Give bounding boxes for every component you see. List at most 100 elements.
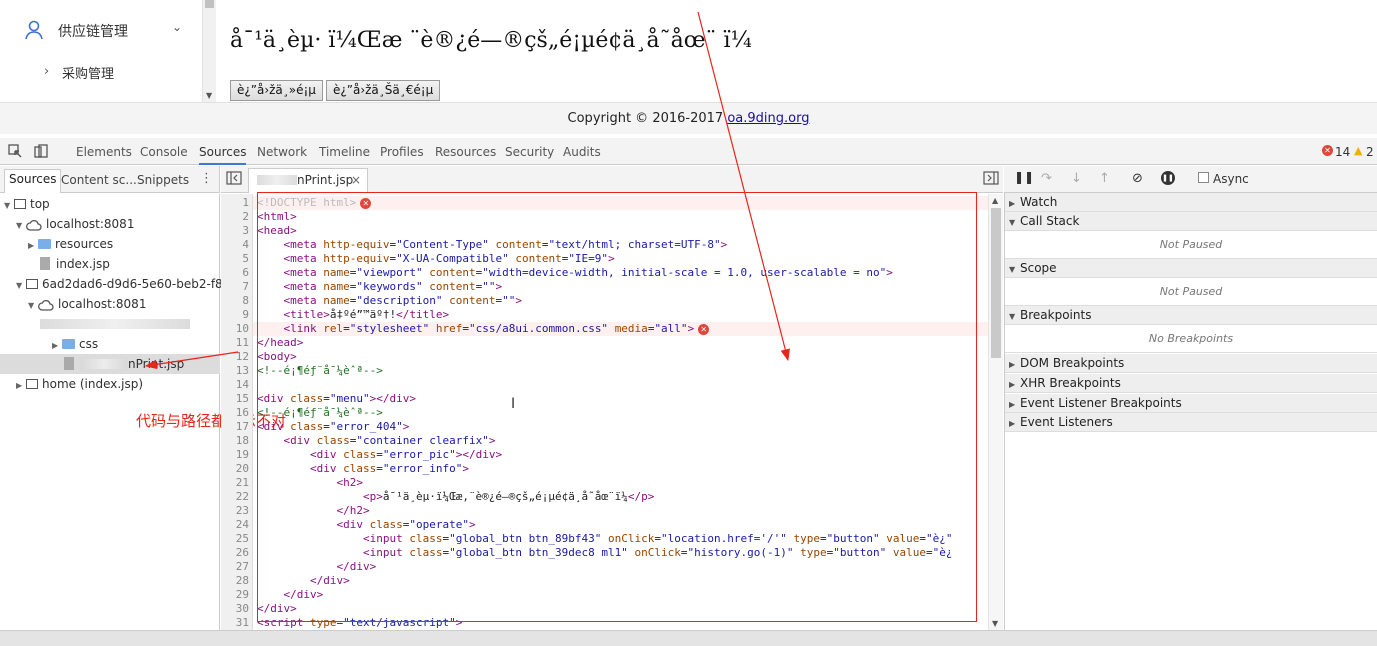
line-number[interactable]: 11 [221, 336, 249, 350]
code-line[interactable]: </head> [257, 336, 987, 350]
warning-icon[interactable]: ▲ [1354, 144, 1362, 157]
tab-security[interactable]: Security [505, 145, 554, 159]
line-number[interactable]: 8 [221, 294, 249, 308]
tab-elements[interactable]: Elements [76, 145, 132, 159]
line-number[interactable]: 30 [221, 602, 249, 616]
inspect-icon[interactable] [8, 144, 22, 158]
line-number[interactable]: 3 [221, 224, 249, 238]
code-line[interactable]: </div> [257, 560, 987, 574]
section-breakpoints[interactable]: ▼ Breakpoints [1005, 306, 1377, 325]
code-line[interactable]: <meta name="description" content=""> [257, 294, 987, 308]
line-number[interactable]: 19 [221, 448, 249, 462]
code-line[interactable]: </div> [257, 574, 987, 588]
section-event-listener-breakpoints[interactable]: ▶ Event Listener Breakpoints [1005, 394, 1377, 413]
device-mode-icon[interactable] [34, 144, 48, 158]
code-line[interactable]: <div class="operate"> [257, 518, 987, 532]
line-number[interactable]: 15 [221, 392, 249, 406]
tree-item-frame[interactable]: ▼ 6ad2dad6-d9d6-5e60-beb2-f87e [16, 274, 238, 294]
code-line[interactable]: </div> [257, 588, 987, 602]
line-number[interactable]: 2 [221, 210, 249, 224]
code-line[interactable]: <!--é¡¶éƒ¨å¯¼èˆª--> [257, 364, 987, 378]
code-line[interactable]: <meta name="viewport" content="width=dev… [257, 266, 987, 280]
tree-item-resources[interactable]: ▶ resources [28, 234, 113, 254]
tab-timeline[interactable]: Timeline [319, 145, 370, 159]
close-icon[interactable]: × [351, 169, 361, 192]
editor-scrollbar[interactable]: ▲ ▼ [988, 194, 1003, 630]
line-number[interactable]: 1 [221, 196, 249, 210]
line-number[interactable]: 22 [221, 490, 249, 504]
more-options-icon[interactable]: ⋮ [200, 171, 213, 186]
tab-console[interactable]: Console [140, 145, 188, 159]
editor-tab-file[interactable]: nPrint.jsp × [248, 168, 368, 193]
code-line[interactable]: <head> [257, 224, 987, 238]
line-number[interactable]: 7 [221, 280, 249, 294]
code-line[interactable]: <h2> [257, 476, 987, 490]
code-line[interactable]: <!DOCTYPE html> ✕ [257, 196, 987, 210]
step-into-icon[interactable]: ↓ [1071, 171, 1082, 186]
code-line[interactable]: <script type="text/javascript"> [257, 616, 987, 630]
code-line[interactable]: </div> [257, 602, 987, 616]
line-number[interactable]: 10 [221, 322, 249, 336]
line-number[interactable]: 16 [221, 406, 249, 420]
pause-icon[interactable]: ❚❚ [1014, 170, 1034, 184]
section-dom-breakpoints[interactable]: ▶ DOM Breakpoints [1005, 354, 1377, 373]
code-line[interactable]: <!--é¡¶éƒ¨å¯¼èˆª--> [257, 406, 987, 420]
nav-tab-content-scripts[interactable]: Content sc... [61, 173, 137, 187]
step-out-icon[interactable]: ↑ [1099, 171, 1110, 186]
line-number[interactable]: 31 [221, 616, 249, 630]
code-line[interactable]: <input class="global_btn btn_89bf43" onC… [257, 532, 987, 546]
section-event-listeners[interactable]: ▶ Event Listeners [1005, 413, 1377, 432]
tree-item-css[interactable]: ▶ css [52, 334, 98, 354]
code-line[interactable]: <html> [257, 210, 987, 224]
code-line[interactable]: <input class="global_btn btn_39dec8 ml1"… [257, 546, 987, 560]
code-line[interactable]: <p>å¯¹ä¸èµ·ï¼Œæ‚¨è®¿é—®çš„é¡µé¢ä¸å˜åœ¨ï¼… [257, 490, 987, 504]
line-number[interactable]: 28 [221, 574, 249, 588]
line-number[interactable]: 5 [221, 252, 249, 266]
tree-item-redacted[interactable] [40, 314, 190, 334]
code-line[interactable]: <body> [257, 350, 987, 364]
code-line[interactable]: <title>å‡ºé”™äº†!</title> [257, 308, 987, 322]
tab-profiles[interactable]: Profiles [380, 145, 424, 159]
async-checkbox[interactable] [1198, 172, 1209, 183]
line-number[interactable]: 9 [221, 308, 249, 322]
deactivate-breakpoints-icon[interactable]: ⊘ [1132, 171, 1143, 186]
menu-group-supply-chain[interactable]: 供应链管理 [58, 21, 128, 41]
line-number[interactable]: 26 [221, 546, 249, 560]
pause-on-exceptions-icon[interactable]: ❚❚ [1161, 171, 1175, 185]
tree-item-localhost[interactable]: ▼ localhost:8081 [16, 214, 134, 234]
section-call-stack[interactable]: ▼ Call Stack [1005, 212, 1377, 231]
tree-item-top[interactable]: ▼ top [4, 194, 50, 214]
footer-link[interactable]: oa.9ding.org [727, 111, 809, 126]
tree-item-selected-file[interactable]: nPrint.jsp [64, 354, 184, 374]
tab-network[interactable]: Network [257, 145, 307, 159]
tab-audits[interactable]: Audits [563, 145, 601, 159]
toggle-debugger-icon[interactable] [983, 171, 999, 185]
menu-scrollbar[interactable]: ▼ [202, 0, 216, 102]
line-number[interactable]: 20 [221, 462, 249, 476]
error-count[interactable]: 14 [1335, 145, 1350, 159]
back-home-button[interactable]: è¿”å›žä¸»é¡µ [230, 80, 323, 101]
line-number[interactable]: 14 [221, 378, 249, 392]
line-number[interactable]: 25 [221, 532, 249, 546]
line-number[interactable]: 27 [221, 560, 249, 574]
toggle-navigator-icon[interactable] [226, 171, 242, 185]
tab-sources[interactable]: Sources [199, 145, 247, 165]
back-previous-button[interactable]: è¿”å›žä¸Šä¸€é¡µ [326, 80, 441, 101]
tree-item-home[interactable]: ▶ home (index.jsp) [16, 374, 143, 394]
code-line[interactable]: </h2> [257, 504, 987, 518]
code-line[interactable]: <link rel="stylesheet" href="css/a8ui.co… [257, 322, 987, 336]
line-number[interactable]: 17 [221, 420, 249, 434]
tab-resources[interactable]: Resources [435, 145, 496, 159]
code-line[interactable]: <meta name="keywords" content=""> [257, 280, 987, 294]
nav-tab-sources[interactable]: Sources [4, 169, 62, 193]
line-number[interactable]: 18 [221, 434, 249, 448]
error-icon[interactable]: ✕ [1322, 145, 1333, 156]
line-number[interactable]: 21 [221, 476, 249, 490]
line-number[interactable]: 23 [221, 504, 249, 518]
section-watch[interactable]: ▶ Watch [1005, 193, 1377, 212]
line-number[interactable]: 6 [221, 266, 249, 280]
line-number[interactable]: 4 [221, 238, 249, 252]
code-line[interactable]: <meta http-equiv="Content-Type" content=… [257, 238, 987, 252]
code-line[interactable]: <div class="error_pic"></div> [257, 448, 987, 462]
code-line[interactable]: <div class="error_info"> [257, 462, 987, 476]
